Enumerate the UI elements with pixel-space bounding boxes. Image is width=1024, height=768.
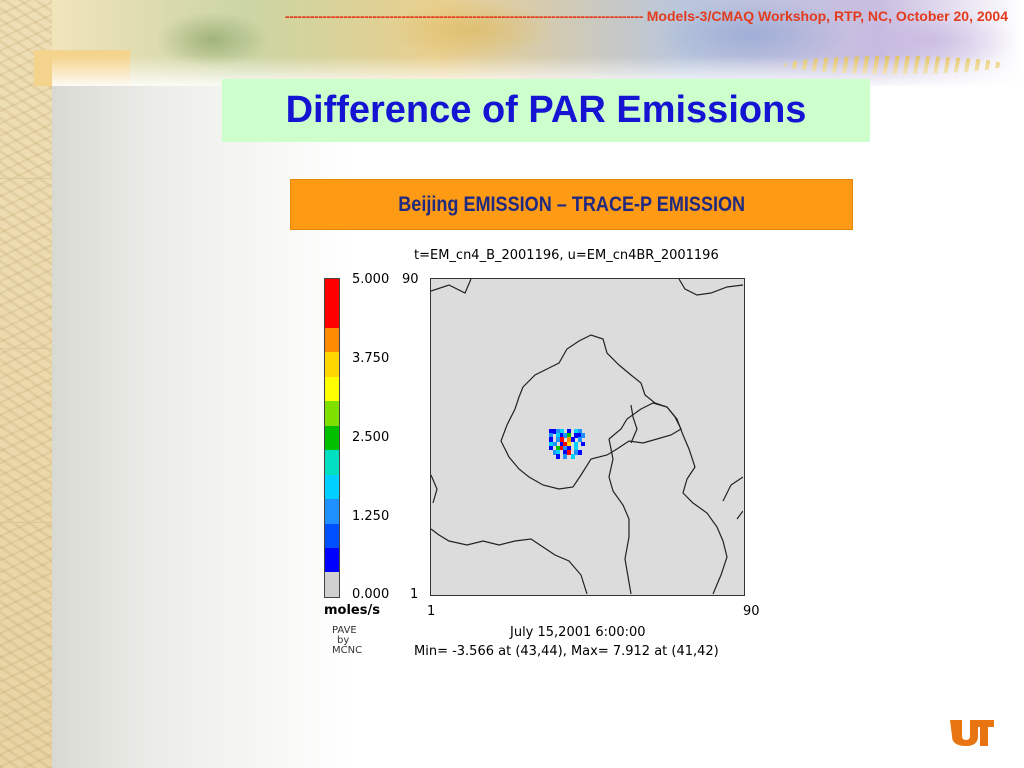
- colorbar-segment: [325, 572, 339, 597]
- pave-credit: PAVE by MCNC: [332, 625, 363, 656]
- colorbar-segment: [325, 425, 339, 451]
- colorbar-segment: [325, 279, 339, 304]
- colorbar-tick-3: 1.250: [352, 509, 390, 524]
- colorbar-segment: [325, 450, 339, 475]
- header-workshop-text: Models-3/CMAQ Workshop, RTP, NC, October…: [646, 8, 1008, 24]
- plot-top-label: t=EM_cn4_B_2001196, u=EM_cn4BR_2001196: [414, 248, 719, 263]
- hotspot-pixel: [581, 441, 586, 447]
- hotspot-pixel: [570, 454, 575, 459]
- slide-title: Difference of PAR Emissions: [285, 89, 807, 131]
- date-label: July 15,2001 6:00:00: [510, 625, 646, 640]
- y-axis-max: 90: [402, 272, 419, 287]
- workshop-header: ----------------------------------------…: [80, 8, 1008, 26]
- colorbar-segment: [325, 327, 339, 353]
- colorbar-tick-4: 0.000: [352, 587, 390, 602]
- x-axis-min: 1: [427, 604, 436, 619]
- colorbar: [324, 278, 340, 598]
- ut-logo: [948, 716, 996, 748]
- caption-text: Beijing EMISSION – TRACE-P EMISSION: [398, 192, 745, 216]
- colorbar-segment: [325, 401, 339, 426]
- beijing-boundary-map: [431, 279, 744, 595]
- colorbar-tick-1: 3.750: [352, 351, 390, 366]
- colorbar-segment: [325, 303, 339, 328]
- x-axis-max: 90: [743, 604, 760, 619]
- colorbar-segment: [325, 499, 339, 524]
- header-dashes: ----------------------------------------…: [284, 8, 643, 24]
- colorbar-units: moles/s: [324, 603, 380, 618]
- hotspot-pixel: [581, 433, 586, 438]
- colorbar-segment: [325, 352, 339, 377]
- emission-hotspot: [549, 429, 586, 459]
- hotspot-pixel: [556, 454, 561, 459]
- slide-title-box: Difference of PAR Emissions: [222, 79, 870, 142]
- left-decor-strip: [0, 0, 53, 768]
- hotspot-pixel: [577, 450, 582, 455]
- colorbar-tick-0: 5.000: [352, 272, 390, 287]
- ut-logo-mark: [950, 720, 994, 746]
- hotspot-pixel: [563, 454, 568, 459]
- minmax-label: Min= -3.566 at (43,44), Max= 7.912 at (4…: [414, 644, 719, 659]
- colorbar-segment: [325, 523, 339, 548]
- map-panel: [430, 278, 745, 596]
- colorbar-segment: [325, 547, 339, 573]
- colorbar-segment: [325, 376, 339, 402]
- caption-box: Beijing EMISSION – TRACE-P EMISSION: [290, 179, 853, 230]
- colorbar-segment: [325, 474, 339, 500]
- emission-plot: t=EM_cn4_B_2001196, u=EM_cn4BR_2001196 5…: [300, 240, 780, 670]
- colorbar-tick-2: 2.500: [352, 430, 390, 445]
- y-axis-min: 1: [410, 587, 419, 602]
